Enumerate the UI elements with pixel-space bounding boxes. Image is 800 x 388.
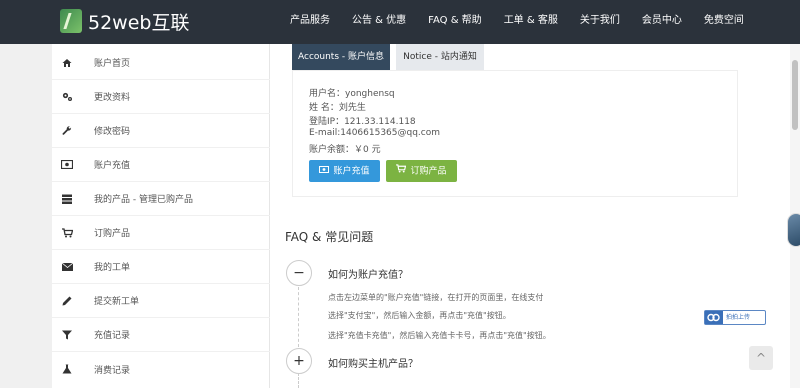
sidebar-item-label: 更改资料 xyxy=(94,93,131,103)
nav-faq[interactable]: FAQ & 帮助 xyxy=(417,0,493,44)
nav-free-space[interactable]: 免费空间 xyxy=(693,0,755,44)
sidebar-item-order[interactable]: 订购产品 xyxy=(52,216,270,250)
filter-icon xyxy=(60,328,74,342)
main-nav: 产品服务 公告 & 优惠 FAQ & 帮助 工单 & 客服 关于我们 会员中心 … xyxy=(279,0,755,44)
nav-announcements[interactable]: 公告 & 优惠 xyxy=(341,0,417,44)
faq-question-2[interactable]: 如何购买主机产品？ xyxy=(328,355,418,370)
order-product-button-label: 订购产品 xyxy=(410,166,447,177)
site-logo[interactable] xyxy=(60,9,82,33)
account-email: E-mail:1406615365@qq.com xyxy=(309,128,441,138)
recharge-button[interactable]: 账户充值 xyxy=(309,160,380,182)
account-login-ip: 登陆IP：121.33.114.118 xyxy=(309,117,416,127)
sidebar-item-label: 账户首页 xyxy=(94,59,131,69)
money-icon xyxy=(60,158,74,172)
order-product-button[interactable]: 订购产品 xyxy=(386,160,457,182)
nav-tickets[interactable]: 工单 & 客服 xyxy=(493,0,569,44)
faq-question-1[interactable]: 如何为账户充值？ xyxy=(328,266,408,281)
faq-timeline xyxy=(298,373,299,388)
sidebar-item-profile[interactable]: 更改资料 xyxy=(52,80,270,114)
recharge-button-label: 账户充值 xyxy=(333,166,370,177)
sidebar-item-label: 消费记录 xyxy=(94,365,131,376)
brand-name[interactable]: 52web互联 xyxy=(88,8,189,35)
home-icon xyxy=(60,56,74,70)
money-icon xyxy=(319,160,330,182)
back-to-top-icon[interactable]: ^ xyxy=(749,346,773,370)
sidebar-item-label: 我的产品 - 管理已购产品 xyxy=(94,195,193,205)
faq-title: FAQ & 常见问题 xyxy=(285,230,374,244)
sidebar-item-recharge-history[interactable]: 充值记录 xyxy=(52,318,270,352)
gears-icon xyxy=(60,90,74,104)
sidebar-item-password[interactable]: 修改密码 xyxy=(52,114,270,148)
wrench-icon xyxy=(60,124,74,138)
nav-about[interactable]: 关于我们 xyxy=(569,0,631,44)
account-balance: 账户余额：￥0 元 xyxy=(309,145,381,155)
sidebar-item-home[interactable]: 账户首页 xyxy=(52,46,270,80)
nav-member[interactable]: 会员中心 xyxy=(631,0,693,44)
faq-answer-line-3: 选择"充值卡充值"，然后输入充值卡卡号，再点击"充值"按钮。 xyxy=(328,331,551,340)
sidebar-item-label: 我的工单 xyxy=(94,263,131,273)
nav-products[interactable]: 产品服务 xyxy=(279,0,341,44)
floating-avatar[interactable] xyxy=(787,213,800,247)
collapse-icon[interactable]: − xyxy=(286,260,312,286)
sidebar: 账户首页 更改资料 修改密码 账户充值 我的产品 - 管理已购产品 订购产品 我… xyxy=(52,44,270,388)
sidebar-item-spending-history[interactable]: 消费记录 xyxy=(52,352,270,386)
scrollbar-thumb[interactable] xyxy=(792,60,798,130)
pencil-icon xyxy=(60,294,74,308)
faq-timeline xyxy=(298,287,299,347)
top-header: 52web互联 产品服务 公告 & 优惠 FAQ & 帮助 工单 & 客服 关于… xyxy=(0,0,800,44)
sidebar-item-recharge[interactable]: 账户充值 xyxy=(52,148,270,182)
faq-answer-line-2: 选择"支付宝"，然后输入金额，再点击"充值"按钮。 xyxy=(328,311,511,320)
server-icon xyxy=(60,192,74,206)
share-upload-button[interactable]: 拍拍上传 xyxy=(704,310,766,325)
sidebar-item-label: 账户充值 xyxy=(94,161,131,171)
tab-accounts[interactable]: Accounts - 账户信息 xyxy=(292,44,390,70)
sidebar-item-label: 订购产品 xyxy=(94,229,131,239)
cart-icon xyxy=(396,160,407,182)
sidebar-item-label: 充值记录 xyxy=(94,331,131,341)
sidebar-item-label: 修改密码 xyxy=(94,127,131,137)
tab-notice[interactable]: Notice - 站内通知 xyxy=(396,44,484,70)
sidebar-item-label: 提交新工单 xyxy=(94,297,140,307)
cart-icon xyxy=(60,226,74,240)
faq-answer-line-1: 点击左边菜单的"账户充值"链接，在打开的页面里，在线支付 xyxy=(328,293,544,302)
sidebar-item-my-tickets[interactable]: 我的工单 xyxy=(52,250,270,284)
sidebar-item-new-ticket[interactable]: 提交新工单 xyxy=(52,284,270,318)
expand-icon[interactable]: + xyxy=(286,348,312,374)
account-name: 姓 名：刘先生 xyxy=(309,103,366,113)
account-username: 用户名：yonghensq xyxy=(309,89,395,99)
envelope-icon xyxy=(60,260,74,274)
flask-icon xyxy=(60,362,74,376)
share-upload-label: 拍拍上传 xyxy=(726,314,751,321)
cloud-logo-icon xyxy=(705,311,723,324)
sidebar-item-my-products[interactable]: 我的产品 - 管理已购产品 xyxy=(52,182,270,216)
